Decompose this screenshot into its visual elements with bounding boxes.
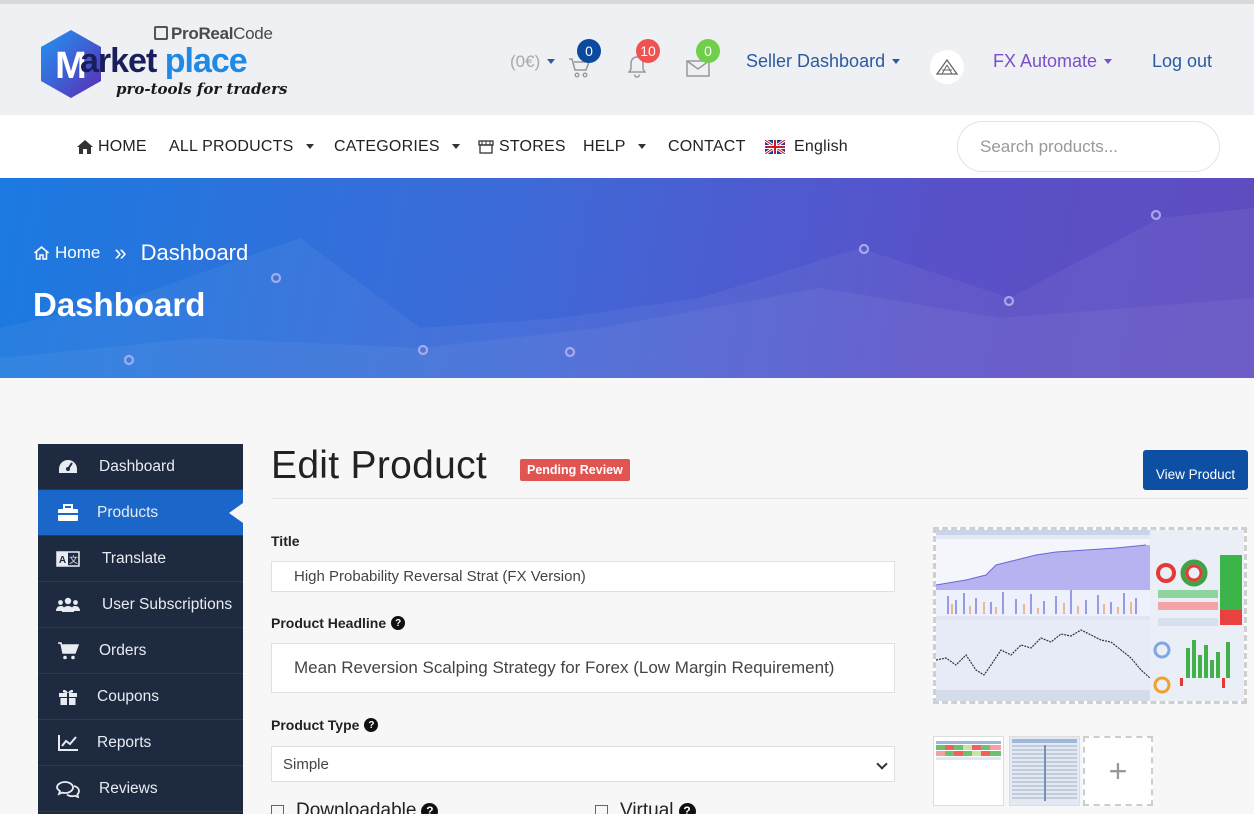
status-badge: Pending Review [520, 459, 630, 481]
product-type-label: Product Type? [271, 717, 379, 733]
svg-text:A: A [59, 555, 66, 566]
sidebar-item-products[interactable]: Products [38, 490, 243, 536]
downloadable-checkbox[interactable] [271, 804, 284, 814]
table-thumbnail-image [1010, 737, 1079, 805]
sidebar-item-user-subscriptions[interactable]: User Subscriptions [38, 582, 243, 628]
heatmap-thumbnail-image [934, 737, 1003, 805]
cart-count-badge: 0 [577, 39, 601, 63]
product-main-image[interactable] [933, 527, 1247, 704]
help-question-icon[interactable]: ? [678, 802, 696, 814]
translate-icon: A文 [56, 549, 80, 569]
home-icon [77, 139, 93, 154]
sidebar-item-coupons[interactable]: Coupons [38, 674, 243, 720]
sidebar-item-reports[interactable]: Reports [38, 720, 243, 766]
virtual-checkbox-row[interactable]: Virtual? [595, 800, 696, 814]
breadcrumb-current: Dashboard [140, 240, 249, 265]
title-label: Title [271, 533, 300, 549]
uk-flag-icon [765, 139, 785, 154]
breadcrumb-home-link[interactable]: Home [55, 243, 100, 263]
sidebar-item-orders[interactable]: Orders [38, 628, 243, 674]
nav-help[interactable]: HELP [583, 115, 646, 178]
sidebar-item-reviews[interactable]: Reviews [38, 766, 243, 812]
avatar-logo-icon [935, 58, 959, 75]
heading-divider [271, 498, 1248, 499]
proreal-logo-icon [154, 26, 168, 40]
breadcrumb: Home » Dashboard [33, 240, 248, 266]
users-icon [56, 595, 80, 615]
nav-categories[interactable]: CATEGORIES [334, 115, 460, 178]
site-logo[interactable]: M ProRealCode arket place pro-tools for … [38, 24, 293, 106]
home-outline-icon [34, 246, 49, 260]
nav-contact[interactable]: CONTACT [668, 115, 746, 178]
nav-home[interactable]: HOME [76, 115, 147, 178]
search-input[interactable] [957, 121, 1220, 172]
notifications-button[interactable]: 10 [626, 39, 666, 88]
notification-count-badge: 10 [636, 39, 660, 63]
store-icon [478, 139, 494, 154]
headline-input[interactable] [271, 643, 895, 693]
messages-button[interactable]: 0 [686, 39, 726, 88]
product-thumbnail[interactable] [933, 736, 1004, 806]
help-question-icon[interactable]: ? [391, 616, 406, 630]
edit-product-heading: Edit Product [271, 444, 488, 487]
cart-amount[interactable]: (0€) [510, 4, 556, 119]
sidebar-item-translate[interactable]: A文 Translate [38, 536, 243, 582]
logout-link[interactable]: Log out [1152, 4, 1212, 119]
logo-tagline: pro-tools for traders [116, 80, 288, 98]
breadcrumb-separator: » [114, 240, 127, 265]
sidebar-item-dashboard[interactable]: Dashboard [38, 444, 243, 490]
chevron-down-icon [876, 758, 888, 770]
add-image-button[interactable]: + [1083, 736, 1153, 806]
briefcase-icon [56, 503, 80, 523]
logo-marketplace-text: arket place [80, 42, 248, 80]
language-selector[interactable]: English [765, 115, 848, 178]
tachometer-icon [56, 457, 80, 477]
seller-dashboard-menu[interactable]: Seller Dashboard [746, 4, 901, 119]
virtual-checkbox[interactable] [595, 804, 608, 814]
gift-icon [56, 687, 80, 707]
downloadable-checkbox-row[interactable]: Downloadable? [271, 800, 439, 814]
trading-chart-screenshot [936, 530, 1244, 701]
svg-text:文: 文 [69, 554, 78, 566]
line-chart-icon [56, 733, 80, 753]
cart-icon [56, 641, 80, 661]
title-input[interactable] [271, 561, 895, 592]
hero-background-pattern [0, 208, 1254, 378]
dashboard-sidebar: Dashboard Products A文 Translate User Sub… [38, 444, 243, 814]
product-type-select[interactable]: Simple [271, 746, 895, 782]
cart-button[interactable]: 0 [566, 39, 606, 88]
help-question-icon[interactable]: ? [364, 718, 379, 732]
help-question-icon[interactable]: ? [421, 802, 439, 814]
nav-stores[interactable]: STORES [478, 115, 566, 178]
page-hero: Home » Dashboard Dashboard [0, 178, 1254, 378]
user-avatar[interactable] [930, 50, 964, 84]
top-header: M ProRealCode arket place pro-tools for … [0, 0, 1254, 115]
view-product-button[interactable]: View Product [1143, 450, 1248, 490]
logo-proreal-text: ProRealCode [154, 24, 273, 44]
page-title: Dashboard [33, 286, 206, 323]
comments-icon [56, 779, 80, 799]
nav-all-products[interactable]: ALL PRODUCTS [169, 115, 314, 178]
product-thumbnail[interactable] [1009, 736, 1080, 806]
message-count-badge: 0 [696, 39, 720, 63]
headline-label: Product Headline? [271, 615, 406, 631]
user-menu[interactable]: FX Automate [993, 4, 1113, 119]
main-nav: HOME ALL PRODUCTS CATEGORIES STORES HELP… [0, 115, 1254, 178]
